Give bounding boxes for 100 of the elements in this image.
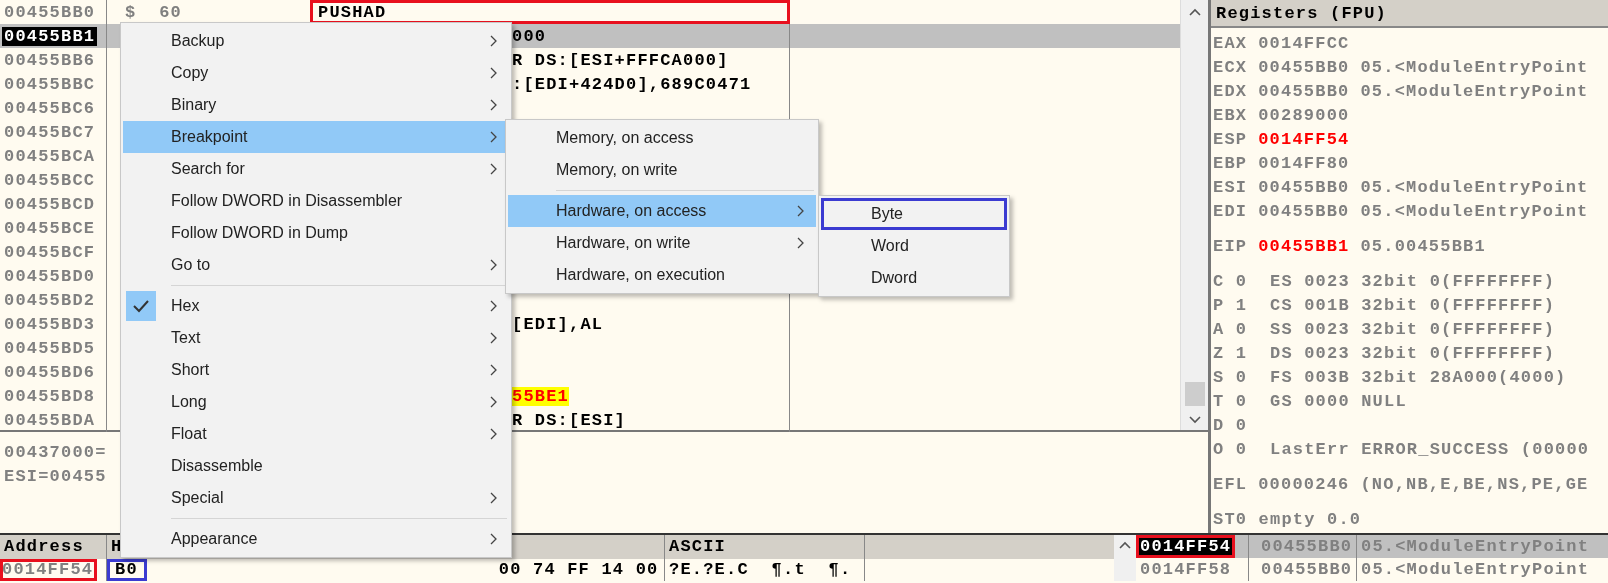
register-line: P 1 CS 001B 32bit 0(FFFFFFFF) [1213, 295, 1556, 317]
address-cell-text: 00455BD3 [3, 314, 97, 334]
menu-item[interactable]: Binary [123, 89, 509, 121]
register-name: ECX [1213, 57, 1248, 79]
menu-item[interactable]: Long [123, 386, 509, 418]
address-cell: 0014FF54 [0, 559, 98, 581]
menu-item[interactable]: Memory, on write [508, 154, 816, 186]
address-cell-text: 00455BCD [3, 194, 97, 214]
address-cell-text: 00455BB0 [3, 2, 97, 22]
menu-item[interactable]: Go to [123, 249, 509, 281]
panel-title: Registers (FPU) [1211, 0, 1608, 28]
register-name: EIP [1213, 236, 1248, 258]
register-name: EBX [1213, 105, 1248, 127]
address-cell-text: 00455BBC [3, 74, 97, 94]
register-name: EBP [1213, 153, 1248, 175]
scrollbar[interactable] [1180, 0, 1208, 430]
hex-bytes: 00 74 FF 14 00 [498, 559, 659, 581]
register-value[interactable]: 0014FF54 [1258, 128, 1350, 152]
menu-item[interactable]: Follow DWORD in Disassembler [123, 185, 509, 217]
address-cell-text: 00455BCC [3, 170, 97, 190]
address-cell-text: 00455BCA [3, 146, 97, 166]
register-comment: 05.<ModuleEntryPoint [1360, 57, 1589, 79]
address-cell-text: 00455BD0 [3, 266, 97, 286]
register-line: S 0 FS 003B 32bit 28A000(4000) [1213, 367, 1567, 389]
code-row[interactable]: 00455BB0 $ 60 PUSHAD [0, 0, 1180, 24]
register-value[interactable]: 00455BB0 [1258, 200, 1350, 224]
instruction-text: 55BE1 [512, 386, 569, 406]
register-line: A 0 SS 0023 32bit 0(FFFFFFFF) [1213, 319, 1556, 341]
register-name: ESP [1213, 129, 1248, 151]
address-cell-text: 00455BD6 [3, 362, 97, 382]
menu-item[interactable]: Copy [123, 57, 509, 89]
address-cell-text: 00455BC7 [3, 122, 97, 142]
address-cell-text: 00455BC6 [3, 98, 97, 118]
register-value[interactable]: 00455BB0 [1258, 176, 1350, 200]
address-cell-text: 00455BDA [3, 410, 97, 430]
register-name: EAX [1213, 33, 1248, 55]
menu-item[interactable]: Disassemble [123, 450, 509, 482]
info-text: ESI=00455 [4, 467, 107, 486]
register-value[interactable]: 00455BB0 [1258, 56, 1350, 80]
menu-item[interactable]: Hardware, on write [508, 227, 816, 259]
register-value[interactable]: 0014FFCC [1258, 32, 1350, 56]
menu-item[interactable]: Float [123, 418, 509, 450]
address-cell: 00455BB1 [2, 26, 98, 46]
instruction-text: R DS:[ESI] [512, 410, 627, 430]
column-header[interactable]: ASCII [665, 535, 865, 559]
address-cell-text: 00455BCE [3, 218, 97, 238]
instruction-text: 000 [512, 26, 547, 46]
scroll-up-icon[interactable] [1119, 541, 1131, 549]
address-cell-text: 00455BD8 [3, 386, 97, 406]
stack-comment: 05.<ModuleEntryPoint [1360, 559, 1590, 581]
register-line: T 0 GS 0000 NULL [1213, 391, 1407, 413]
register-line: ST0 empty 0.0 [1213, 509, 1362, 531]
menu-item[interactable]: Hardware, on execution [508, 259, 816, 291]
stack-row[interactable]: 0014FF54 00455BB0 05.<ModuleEntryPoint [1136, 535, 1608, 558]
menu-item[interactable]: Hex [123, 290, 509, 322]
stack-row[interactable]: 0014FF58 00455BB0 05.<ModuleEntryPoint [1136, 558, 1608, 581]
register-value[interactable]: 00000246 [1258, 473, 1350, 497]
instruction-text: :[EDI+424D0],689C0471 [512, 74, 752, 94]
register-value[interactable]: 00289000 [1258, 104, 1350, 128]
menu-item[interactable]: Word [821, 230, 1007, 262]
menu-item[interactable]: Appearance [123, 523, 509, 555]
register-name: EFL [1213, 474, 1248, 496]
address-cell-text: 00455BB6 [3, 50, 97, 70]
register-line: Z 1 DS 0023 32bit 0(FFFFFFFF) [1213, 343, 1556, 365]
column-header[interactable]: Address [0, 535, 107, 559]
register-comment: 05.<ModuleEntryPoint [1360, 81, 1589, 103]
menu-item[interactable]: Dword [821, 262, 1007, 294]
register-name: EDI [1213, 201, 1248, 223]
menu-item[interactable]: Text [123, 322, 509, 354]
address-cell: 0014FF54 [1136, 535, 1236, 558]
menu-item[interactable]: Search for [123, 153, 509, 185]
info-text: 00437000= [4, 443, 107, 462]
register-line: D 0 [1213, 415, 1248, 437]
menu-item[interactable]: Short [123, 354, 509, 386]
address-cell-text: 00455BCF [3, 242, 97, 262]
menu-item[interactable]: Memory, on access [508, 122, 816, 154]
register-comment: (NO,NB,E,BE,NS,PE,GE [1360, 474, 1589, 496]
menu-item[interactable]: Byte [821, 198, 1007, 230]
scroll-thumb[interactable] [1184, 382, 1205, 406]
hex-byte: B0 [107, 559, 147, 581]
instruction-text: [EDI],AL [512, 314, 604, 334]
stack-value: 00455BB0 [1249, 535, 1357, 558]
register-value[interactable]: 00455BB1 [1258, 235, 1350, 259]
register-value[interactable]: 00455BB0 [1258, 80, 1350, 104]
register-line: O 0 LastErr ERROR_SUCCESS (00000 [1213, 439, 1590, 461]
address-cell-text: 0014FF58 [1139, 559, 1233, 581]
register-value[interactable]: 0014FF80 [1258, 152, 1350, 176]
scroll-down-icon[interactable] [1188, 416, 1201, 424]
register-comment: 05.00455BB1 [1360, 236, 1486, 258]
stack-comment: 05.<ModuleEntryPoint [1360, 536, 1590, 558]
menu-item[interactable]: Follow DWORD in Dump [123, 217, 509, 249]
menu-item[interactable]: Hardware, on access [508, 195, 816, 227]
stack-value: 00455BB0 [1249, 558, 1357, 581]
check-icon [126, 291, 156, 321]
ascii-text: ?E.?E.C ¶.t ¶. [669, 560, 852, 579]
register-name: EDX [1213, 81, 1248, 103]
register-name: ESI [1213, 177, 1248, 199]
instruction-text: PUSHAD [318, 2, 387, 22]
menu-item[interactable]: Special [123, 482, 509, 514]
scroll-up-icon[interactable] [1188, 8, 1201, 16]
